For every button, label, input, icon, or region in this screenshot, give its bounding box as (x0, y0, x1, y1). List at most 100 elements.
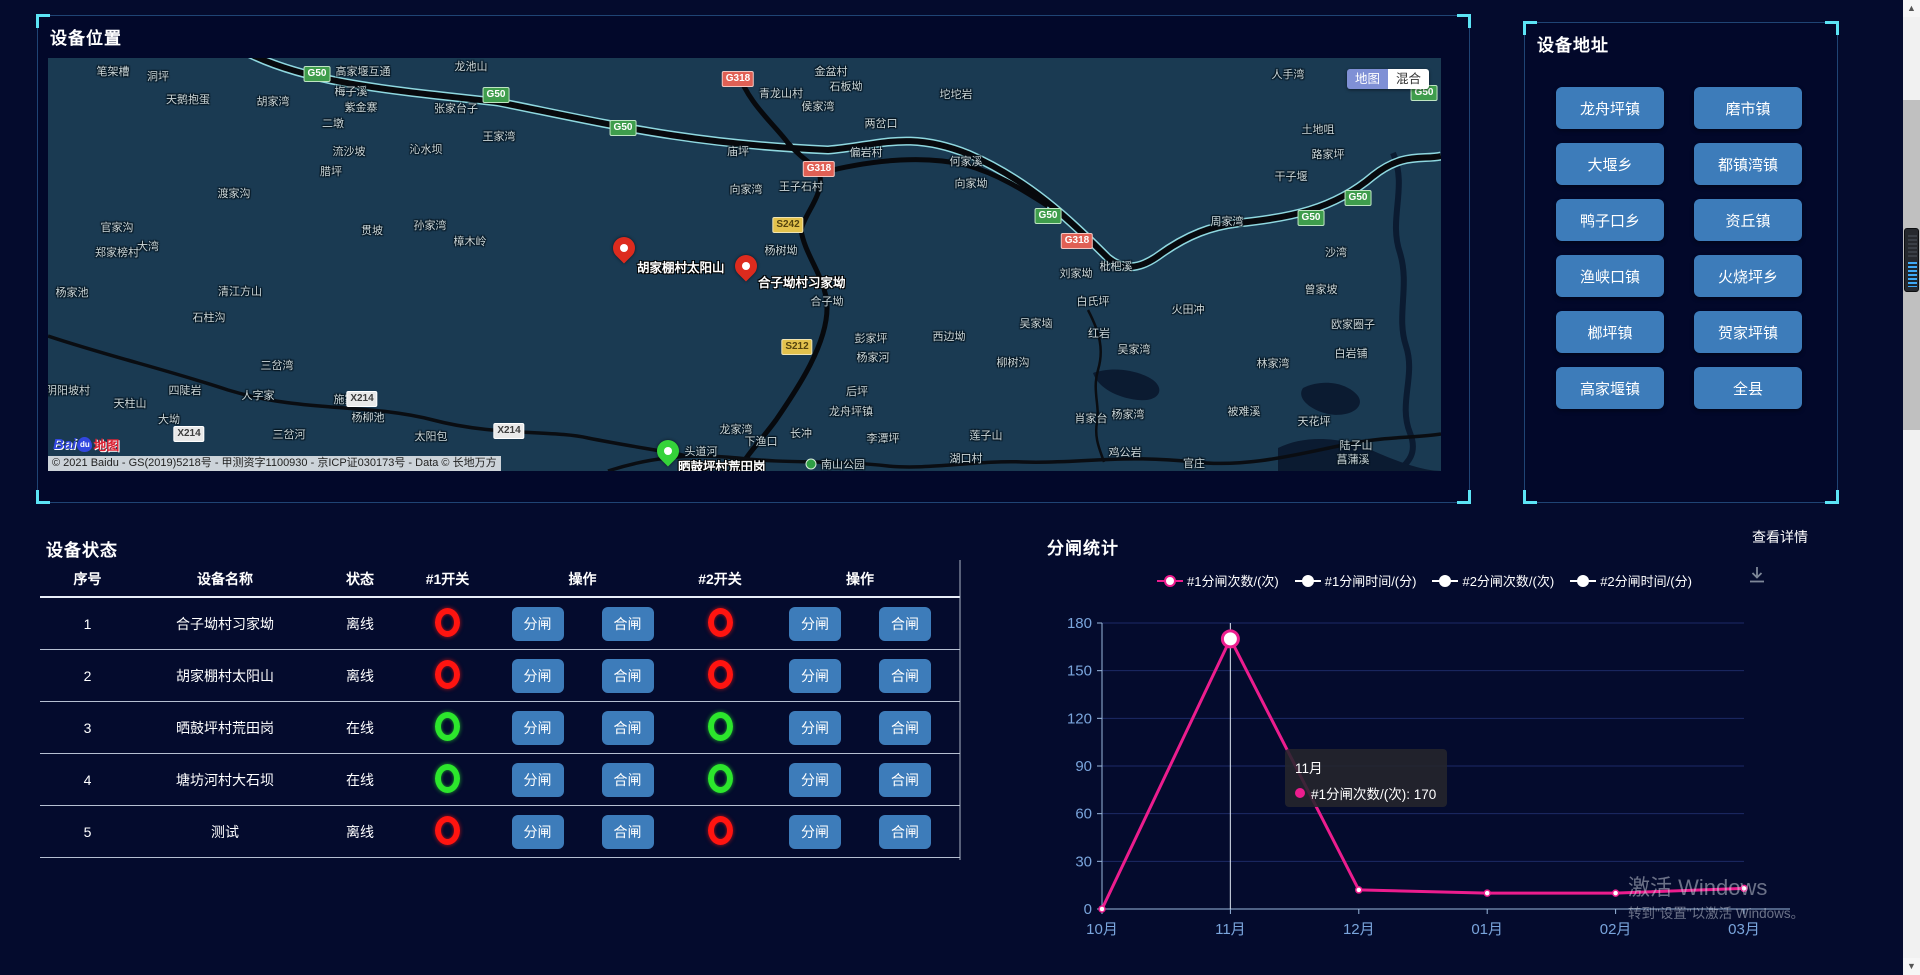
page-scrollbar[interactable]: ▲ ▼ (1903, 0, 1920, 975)
open-switch-button[interactable]: 分闸 (512, 607, 564, 641)
map-place-label: 两岔口 (865, 115, 898, 131)
address-button[interactable]: 火烧坪乡 (1694, 255, 1802, 297)
open-switch-button[interactable]: 分闸 (789, 763, 841, 797)
row-index: 4 (40, 772, 135, 788)
map-place-label: 向家湾 (730, 181, 763, 197)
table-scrollbar[interactable] (959, 560, 961, 860)
address-button[interactable]: 贺家坪镇 (1694, 311, 1802, 353)
close-switch-button[interactable]: 合闸 (879, 607, 931, 641)
map-place-label: 天花坪 (1298, 413, 1331, 429)
address-button[interactable]: 高家堰镇 (1556, 367, 1664, 409)
map-place-label: 孙家湾 (414, 217, 447, 233)
row-index: 3 (40, 720, 135, 736)
table-header-row: 序号设备名称状态#1开关操作#2开关操作 (40, 562, 960, 598)
map-place-label: 下渔口 (745, 433, 778, 449)
scrollbar-down-arrow[interactable]: ▼ (1903, 958, 1920, 975)
close-switch-button[interactable]: 合闸 (602, 815, 654, 849)
svg-text:120: 120 (1067, 710, 1092, 727)
scroll-indicator-widget (1904, 228, 1919, 292)
panel-title-address: 设备地址 (1537, 31, 1609, 56)
close-switch-button[interactable]: 合闸 (602, 659, 654, 693)
map-type-toggle[interactable]: 地图 混合 (1347, 69, 1429, 89)
row-index: 2 (40, 668, 135, 684)
road-badge-g318: G318 (803, 161, 835, 177)
legend-item[interactable]: #2分闸时间/(分) (1570, 571, 1692, 590)
open-switch-button[interactable]: 分闸 (789, 815, 841, 849)
switch1-indicator (435, 816, 460, 845)
map-place-label: 合子坳 (811, 293, 844, 309)
svg-text:60: 60 (1075, 806, 1092, 823)
tooltip-series-dot (1295, 788, 1305, 798)
view-detail-link[interactable]: 查看详情 (1752, 527, 1808, 547)
legend-line-icon (1570, 575, 1596, 587)
close-switch-button[interactable]: 合闸 (879, 763, 931, 797)
section-title-stats: 分闸统计 (1047, 534, 1119, 559)
windows-activation-watermark: 激活 Windows (1628, 870, 1767, 902)
legend-item[interactable]: #1分闸时间/(分) (1295, 571, 1417, 590)
device-name: 晒鼓坪村荒田岗 (135, 718, 315, 738)
legend-item[interactable]: #1分闸次数/(次) (1157, 571, 1279, 590)
open-switch-button[interactable]: 分闸 (512, 711, 564, 745)
open-switch-button[interactable]: 分闸 (512, 815, 564, 849)
scrollbar-up-arrow[interactable]: ▲ (1903, 0, 1920, 17)
map-place-label: 洞坪 (147, 68, 169, 84)
map-place-label: 贯坡 (361, 222, 383, 238)
baidu-map[interactable]: 笔架槽洞坪天鹅抱蛋胡家湾渡家沟高家堰互通梅子溪紫金寨二墩流沙坡沁水坝张家台子王家… (48, 58, 1441, 471)
map-toggle-hybrid[interactable]: 混合 (1388, 69, 1429, 89)
road-badge-x214: X214 (493, 423, 524, 439)
map-place-label: 鸡公岩 (1109, 444, 1142, 460)
map-place-label: 南山公园 (821, 456, 865, 471)
map-place-label: 长冲 (790, 425, 812, 441)
legend-item[interactable]: #2分闸次数/(次) (1432, 571, 1554, 590)
switch2-indicator (708, 816, 733, 845)
address-button[interactable]: 鸭子口乡 (1556, 199, 1664, 241)
close-switch-button[interactable]: 合闸 (602, 607, 654, 641)
switch1-indicator (435, 660, 460, 689)
map-place-label: 官家沟 (101, 219, 134, 235)
table-header-cell: #2开关 (675, 569, 765, 589)
address-button-grid: 龙舟坪镇磨市镇大堰乡都镇湾镇鸭子口乡资丘镇渔峡口镇火烧坪乡榔坪镇贺家坪镇高家堰镇… (1556, 87, 1808, 409)
device-status: 在线 (315, 770, 405, 790)
map-place-label: 石板坳 (830, 78, 863, 94)
legend-line-icon (1432, 575, 1458, 587)
close-switch-button[interactable]: 合闸 (879, 711, 931, 745)
map-place-label: 杨柳池 (352, 409, 385, 425)
corner-decoration (1523, 490, 1537, 504)
open-switch-button[interactable]: 分闸 (512, 763, 564, 797)
windows-activation-watermark-sub: 转到"设置"以激活 Windows。 (1628, 902, 1804, 922)
map-place-label: 向家坳 (955, 175, 988, 191)
map-place-label: 柳树沟 (997, 354, 1030, 370)
map-place-label: 胡家湾 (257, 93, 290, 109)
open-switch-button[interactable]: 分闸 (512, 659, 564, 693)
open-switch-button[interactable]: 分闸 (789, 659, 841, 693)
map-pin-label: 合子坳村习家坳 (758, 272, 846, 291)
map-place-label: 白氏坪 (1077, 293, 1110, 309)
map-place-label: 四陡岩 (169, 382, 202, 398)
switch1-indicator (435, 608, 460, 637)
address-button[interactable]: 磨市镇 (1694, 87, 1802, 129)
open-switch-button[interactable]: 分闸 (789, 607, 841, 641)
map-place-label: 龙舟坪镇 (829, 403, 873, 419)
legend-label: #2分闸次数/(次) (1462, 571, 1554, 590)
map-place-label: 王家湾 (483, 128, 516, 144)
open-switch-button[interactable]: 分闸 (789, 711, 841, 745)
address-button[interactable]: 榔坪镇 (1556, 311, 1664, 353)
map-place-label: 沙湾 (1325, 244, 1347, 260)
corner-decoration (36, 490, 50, 504)
close-switch-button[interactable]: 合闸 (879, 815, 931, 849)
address-button[interactable]: 龙舟坪镇 (1556, 87, 1664, 129)
address-button[interactable]: 渔峡口镇 (1556, 255, 1664, 297)
address-button[interactable]: 都镇湾镇 (1694, 143, 1802, 185)
download-icon[interactable] (1746, 564, 1768, 586)
address-button[interactable]: 资丘镇 (1694, 199, 1802, 241)
map-toggle-map[interactable]: 地图 (1347, 69, 1388, 89)
map-place-label: 刘家坳 (1060, 265, 1093, 281)
map-pin-label: 晒鼓坪村荒田岗 (678, 456, 766, 471)
address-button[interactable]: 大堰乡 (1556, 143, 1664, 185)
address-button[interactable]: 全县 (1694, 367, 1802, 409)
close-switch-button[interactable]: 合闸 (602, 763, 654, 797)
chart-tooltip: 11月 #1分闸次数/(次): 170 (1285, 749, 1447, 807)
close-switch-button[interactable]: 合闸 (602, 711, 654, 745)
close-switch-button[interactable]: 合闸 (879, 659, 931, 693)
legend-line-icon (1157, 575, 1183, 587)
